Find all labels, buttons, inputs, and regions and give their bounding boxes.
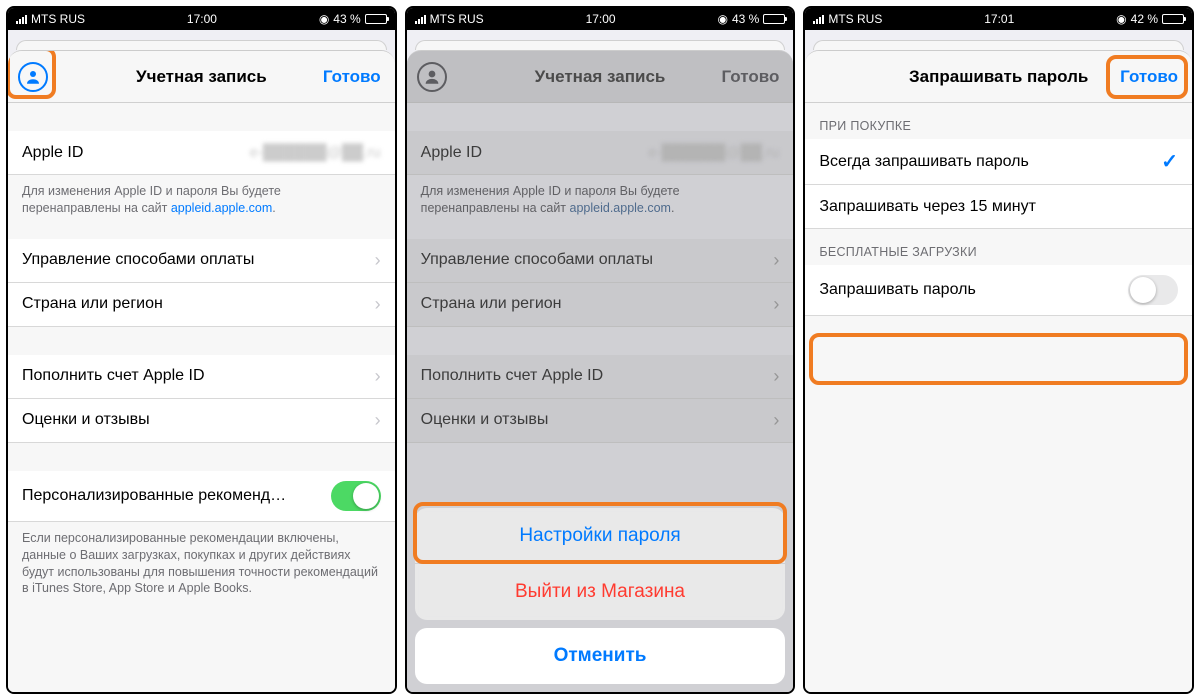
section-header-purchase: ПРИ ПОКУПКЕ xyxy=(805,103,1192,139)
navbar: Учетная запись Готово xyxy=(8,51,395,103)
as-sign-out[interactable]: Выйти из Магазина xyxy=(415,564,786,620)
done-button: Готово xyxy=(721,51,779,102)
as-cancel-button[interactable]: Отменить xyxy=(415,628,786,684)
row-fund-account: Пополнить счет Apple ID › xyxy=(407,355,794,399)
action-sheet: Настройки пароля Выйти из Магазина Отмен… xyxy=(415,508,786,684)
battery-percent: 42 % xyxy=(1131,12,1158,26)
battery-icon xyxy=(1162,14,1184,24)
done-button[interactable]: Готово xyxy=(1120,51,1178,102)
status-bar: MTS RUS 17:00 ◉ 43 % xyxy=(407,8,794,30)
chevron-right-icon: › xyxy=(375,410,381,431)
chevron-right-icon: › xyxy=(773,366,779,387)
row-payment-methods[interactable]: Управление способами оплаты › xyxy=(8,239,395,283)
row-always-require[interactable]: Всегда запрашивать пароль ✓ xyxy=(805,139,1192,185)
status-time: 17:01 xyxy=(984,12,1014,26)
page-title: Учетная запись xyxy=(535,67,666,87)
row-payment-methods: Управление способами оплаты › xyxy=(407,239,794,283)
chevron-right-icon: › xyxy=(375,250,381,271)
screen-account-actionsheet: MTS RUS 17:00 ◉ 43 % Учетная запись Гото… xyxy=(405,6,796,694)
battery-percent: 43 % xyxy=(732,12,759,26)
status-bar: MTS RUS 17:01 ◉ 42 % xyxy=(805,8,1192,30)
personalized-toggle[interactable] xyxy=(331,481,381,511)
status-time: 17:00 xyxy=(586,12,616,26)
carrier-label: MTS RUS xyxy=(31,12,85,26)
row-country-region: Страна или регион › xyxy=(407,283,794,327)
row-apple-id[interactable]: Apple ID e-██████@██.ru xyxy=(8,131,395,175)
chevron-right-icon: › xyxy=(375,366,381,387)
as-password-settings[interactable]: Настройки пароля xyxy=(415,508,786,564)
row-personalized-recs[interactable]: Персонализированные рекоменд… xyxy=(8,471,395,522)
profile-icon xyxy=(417,62,447,92)
battery-percent: 43 % xyxy=(333,12,360,26)
screen-password-settings: MTS RUS 17:01 ◉ 42 % Запрашивать пароль … xyxy=(803,6,1194,694)
row-ratings-reviews: Оценки и отзывы › xyxy=(407,399,794,443)
chevron-right-icon: › xyxy=(375,294,381,315)
charging-icon: ◉ xyxy=(1116,12,1126,26)
page-title: Учетная запись xyxy=(136,67,267,87)
navbar: Запрашивать пароль Готово xyxy=(805,51,1192,103)
appleid-link[interactable]: appleid.apple.com xyxy=(171,201,272,215)
battery-icon xyxy=(763,14,785,24)
screen-account: MTS RUS 17:00 ◉ 43 % Учетная запись Гото… xyxy=(6,6,397,694)
row-apple-id: Apple ID e-██████@██.ru xyxy=(407,131,794,175)
carrier-label: MTS RUS xyxy=(828,12,882,26)
signal-icon xyxy=(813,14,824,24)
section-header-free: БЕСПЛАТНЫЕ ЗАГРУЗКИ xyxy=(805,229,1192,265)
charging-icon: ◉ xyxy=(717,12,727,26)
apple-id-label: Apple ID xyxy=(22,144,250,162)
status-time: 17:00 xyxy=(187,12,217,26)
carrier-label: MTS RUS xyxy=(430,12,484,26)
signal-icon xyxy=(415,14,426,24)
status-bar: MTS RUS 17:00 ◉ 43 % xyxy=(8,8,395,30)
signal-icon xyxy=(16,14,27,24)
row-country-region[interactable]: Страна или регион › xyxy=(8,283,395,327)
apple-id-footer: Для изменения Apple ID и пароля Вы будет… xyxy=(407,175,794,221)
apple-id-footer: Для изменения Apple ID и пароля Вы будет… xyxy=(8,175,395,221)
checkmark-icon: ✓ xyxy=(1161,149,1178,174)
chevron-right-icon: › xyxy=(773,410,779,431)
charging-icon: ◉ xyxy=(319,12,329,26)
done-button[interactable]: Готово xyxy=(323,51,381,102)
require-password-toggle[interactable] xyxy=(1128,275,1178,305)
row-require-15min[interactable]: Запрашивать через 15 минут xyxy=(805,185,1192,229)
apple-id-value: e-██████@██.ru xyxy=(250,144,381,161)
chevron-right-icon: › xyxy=(773,294,779,315)
chevron-right-icon: › xyxy=(773,250,779,271)
battery-icon xyxy=(365,14,387,24)
row-fund-account[interactable]: Пополнить счет Apple ID › xyxy=(8,355,395,399)
page-title: Запрашивать пароль xyxy=(909,67,1088,87)
navbar: Учетная запись Готово xyxy=(407,51,794,103)
row-ratings-reviews[interactable]: Оценки и отзывы › xyxy=(8,399,395,443)
profile-icon[interactable] xyxy=(18,62,48,92)
row-require-password-free[interactable]: Запрашивать пароль xyxy=(805,265,1192,316)
personalized-footer: Если персонализированные рекомендации вк… xyxy=(8,522,395,602)
